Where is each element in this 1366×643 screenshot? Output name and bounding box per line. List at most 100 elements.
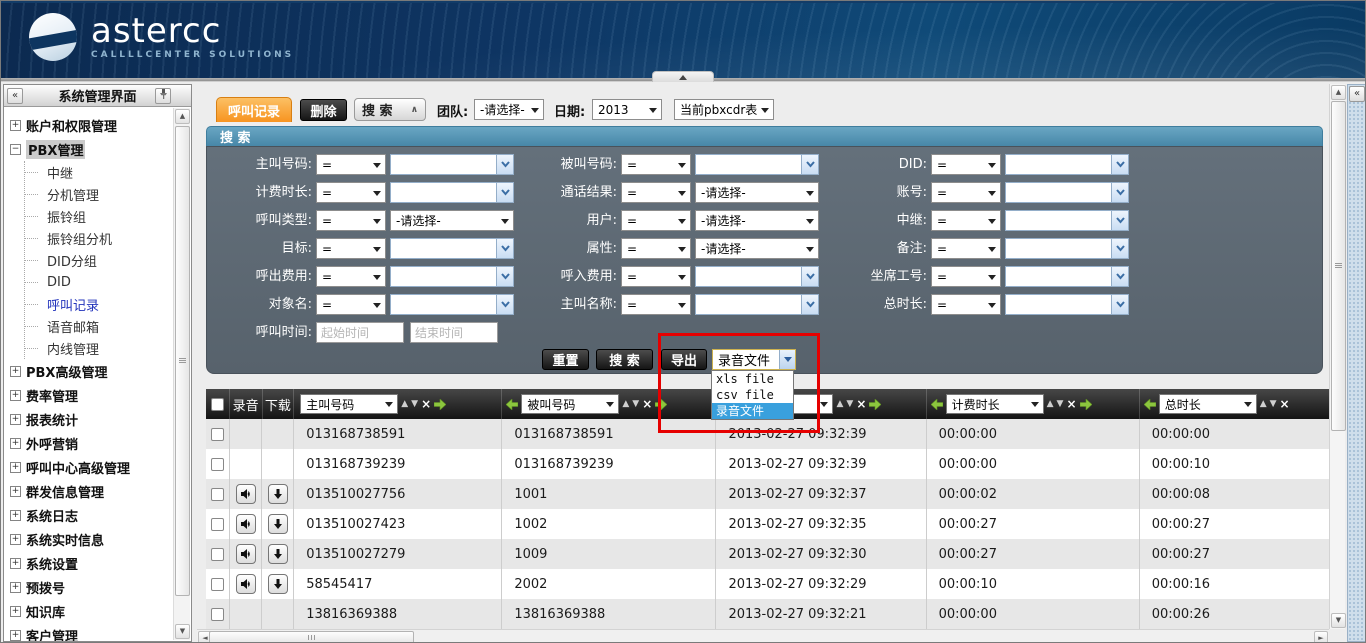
cdr-table-select[interactable]: 当前pbxcdr表: [674, 99, 774, 120]
scroll-down-button[interactable]: ▼: [1331, 613, 1346, 628]
search-toggle-button[interactable]: 搜 索 ∧: [354, 98, 426, 121]
sort-asc-icon[interactable]: ▲: [1047, 399, 1054, 409]
operator-select[interactable]: =: [316, 210, 386, 231]
tree-leaf-ringgroup-ext[interactable]: 振铃组分机: [25, 227, 173, 249]
sort-desc-icon[interactable]: ▼: [1057, 399, 1064, 409]
sidebar-collapse-button[interactable]: «: [7, 88, 23, 104]
tree-node-rates[interactable]: +费率管理: [10, 383, 173, 407]
operator-select[interactable]: =: [931, 154, 1001, 175]
caller-number-combo[interactable]: [390, 154, 514, 175]
remove-column-icon[interactable]: ×: [1280, 399, 1290, 409]
sort-desc-icon[interactable]: ▼: [632, 399, 639, 409]
remove-column-icon[interactable]: ×: [1066, 399, 1076, 409]
reset-button[interactable]: 重置: [542, 349, 589, 370]
main-vertical-scrollbar[interactable]: ▲ ▼: [1329, 84, 1345, 629]
combo-chevron-icon[interactable]: [496, 267, 513, 286]
tree-node-system-log[interactable]: +系统日志: [10, 503, 173, 527]
table-row[interactable]: 013510027423 1002 2013-02-27 09:32:35 00…: [206, 509, 1329, 539]
scrollbar-thumb[interactable]: [175, 126, 190, 596]
operator-select[interactable]: =: [931, 266, 1001, 287]
sort-asc-icon[interactable]: ▲: [401, 399, 408, 409]
operator-select[interactable]: =: [621, 266, 691, 287]
remove-column-icon[interactable]: ×: [856, 399, 866, 409]
operator-select[interactable]: =: [621, 294, 691, 315]
expand-icon[interactable]: +: [10, 606, 21, 617]
caller-name-combo[interactable]: [695, 294, 819, 315]
table-horizontal-scrollbar[interactable]: ◄ ►: [197, 629, 1329, 643]
combo-chevron-icon[interactable]: [1111, 211, 1128, 230]
object-name-combo[interactable]: [390, 294, 514, 315]
header-collapse-handle[interactable]: [652, 71, 714, 82]
scroll-up-button[interactable]: ▲: [1331, 85, 1346, 100]
expand-icon[interactable]: +: [10, 510, 21, 521]
download-button[interactable]: [268, 574, 288, 594]
scroll-up-button[interactable]: ▲: [175, 109, 190, 124]
start-time-input[interactable]: [316, 322, 404, 343]
move-column-right-icon[interactable]: [1080, 399, 1092, 410]
column-select[interactable]: 被叫号码: [521, 394, 619, 414]
inbound-fee-combo[interactable]: [695, 266, 819, 287]
tree-node-predial[interactable]: +预拨号: [10, 575, 173, 599]
remove-column-icon[interactable]: ×: [642, 399, 652, 409]
move-column-right-icon[interactable]: [434, 399, 446, 410]
operator-select[interactable]: =: [316, 154, 386, 175]
move-column-right-icon[interactable]: [655, 399, 667, 410]
tree-leaf-did-group[interactable]: DID分组: [25, 249, 173, 271]
combo-chevron-icon[interactable]: [801, 267, 818, 286]
date-select[interactable]: 2013: [592, 99, 662, 120]
operator-select[interactable]: =: [931, 210, 1001, 231]
billsec-combo[interactable]: [390, 182, 514, 203]
right-panel-collapse-button[interactable]: «: [1349, 86, 1365, 102]
tree-leaf-did[interactable]: DID: [25, 271, 173, 293]
play-recording-button[interactable]: [236, 514, 256, 534]
combo-chevron-icon[interactable]: [1111, 183, 1128, 202]
download-button[interactable]: [268, 484, 288, 504]
tree-node-knowledge[interactable]: +知识库: [10, 599, 173, 623]
expand-icon[interactable]: +: [10, 630, 21, 641]
outbound-fee-combo[interactable]: [390, 266, 514, 287]
expand-icon[interactable]: +: [10, 558, 21, 569]
remove-column-icon[interactable]: ×: [421, 399, 431, 409]
sidebar-pin-button[interactable]: [155, 88, 171, 104]
tab-call-records[interactable]: 呼叫记录: [216, 97, 292, 122]
move-column-left-icon[interactable]: [1144, 399, 1156, 410]
combo-chevron-icon[interactable]: [1111, 155, 1128, 174]
tree-node-pbx[interactable]: −PBX管理: [10, 137, 173, 161]
remark-combo[interactable]: [1005, 238, 1129, 259]
collapse-icon[interactable]: −: [10, 144, 21, 155]
tree-node-reports[interactable]: +报表统计: [10, 407, 173, 431]
play-recording-button[interactable]: [236, 574, 256, 594]
row-checkbox[interactable]: [211, 428, 224, 441]
tree-leaf-intercom[interactable]: 内线管理: [25, 337, 173, 359]
operator-select[interactable]: =: [621, 154, 691, 175]
operator-select[interactable]: =: [621, 210, 691, 231]
sort-desc-icon[interactable]: ▼: [1270, 399, 1277, 409]
operator-select[interactable]: =: [316, 182, 386, 203]
attribute-select[interactable]: -请选择-: [695, 238, 819, 259]
operator-select[interactable]: =: [316, 266, 386, 287]
play-recording-button[interactable]: [236, 544, 256, 564]
tree-node-customers[interactable]: +客户管理: [10, 623, 173, 641]
combo-chevron-icon[interactable]: [1111, 239, 1128, 258]
move-column-left-icon[interactable]: [506, 399, 518, 410]
operator-select[interactable]: =: [931, 294, 1001, 315]
export-button[interactable]: 导出: [661, 349, 707, 370]
expand-icon[interactable]: +: [10, 486, 21, 497]
tree-node-callcenter-advanced[interactable]: +呼叫中心高级管理: [10, 455, 173, 479]
select-arrow-button[interactable]: [779, 350, 795, 369]
tree-leaf-extensions[interactable]: 分机管理: [25, 183, 173, 205]
tree-node-realtime-info[interactable]: +系统实时信息: [10, 527, 173, 551]
tree-leaf-trunk[interactable]: 中继: [25, 161, 173, 183]
scroll-down-button[interactable]: ▼: [175, 624, 190, 639]
team-select[interactable]: -请选择-: [474, 99, 544, 120]
sort-asc-icon[interactable]: ▲: [1260, 399, 1267, 409]
move-column-right-icon[interactable]: [869, 399, 881, 410]
scrollbar-thumb[interactable]: [1331, 101, 1346, 431]
expand-icon[interactable]: +: [10, 582, 21, 593]
tree-node-accounts[interactable]: +账户和权限管理: [10, 113, 173, 137]
column-select[interactable]: 总时长: [1159, 394, 1257, 414]
sidebar-scrollbar[interactable]: ▲ ▼: [173, 108, 190, 640]
scroll-right-button[interactable]: ►: [1314, 631, 1328, 643]
agent-id-combo[interactable]: [1005, 266, 1129, 287]
end-time-input[interactable]: [410, 322, 498, 343]
